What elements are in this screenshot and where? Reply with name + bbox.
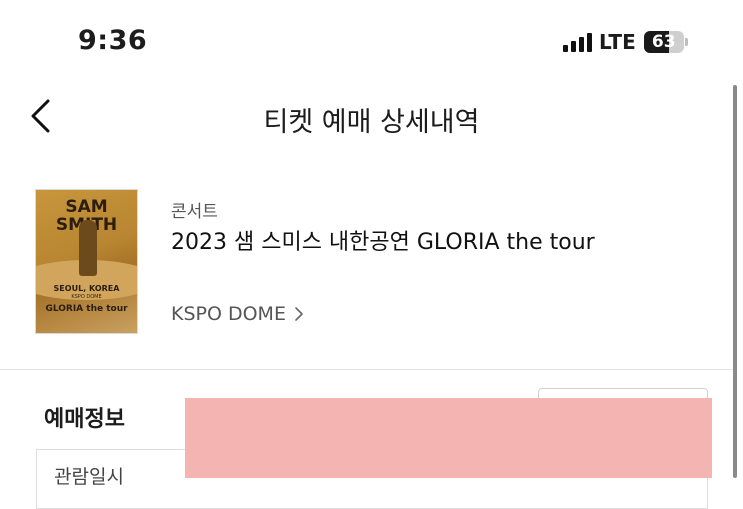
page-title: 티켓 예매 상세내역 xyxy=(263,107,480,138)
poster-city: SEOUL, KOREA xyxy=(53,284,120,293)
cellular-signal-icon xyxy=(563,32,592,52)
booking-section-title: 예매정보 xyxy=(44,407,125,432)
section-divider xyxy=(0,369,733,370)
poster-tour: GLORIA the tour xyxy=(45,304,128,314)
event-title: 2023 샘 스미스 내한공연 GLORIA the tour xyxy=(171,230,595,255)
poster-artist-line1: SAM xyxy=(65,197,108,217)
venue-link[interactable]: KSPO DOME xyxy=(171,303,304,325)
redaction-overlay xyxy=(185,398,712,478)
network-type: LTE xyxy=(599,30,636,54)
chevron-right-icon xyxy=(295,307,303,321)
battery-icon: 63 xyxy=(643,31,684,53)
poster-venue: KSPO DOME xyxy=(71,294,102,300)
event-category: 콘서트 xyxy=(171,202,218,222)
status-time: 9:36 xyxy=(78,25,148,56)
event-poster[interactable]: SAM SMITH SEOUL, KOREA KSPO DOME GLORIA … xyxy=(35,189,138,334)
venue-name: KSPO DOME xyxy=(171,303,286,325)
viewing-datetime-label: 관람일시 xyxy=(54,466,124,488)
status-indicators: LTE 63 xyxy=(563,30,688,54)
battery-level: 63 xyxy=(651,32,676,52)
poster-figure xyxy=(79,220,97,276)
battery-cap xyxy=(684,38,688,46)
scrollbar[interactable] xyxy=(733,85,737,478)
